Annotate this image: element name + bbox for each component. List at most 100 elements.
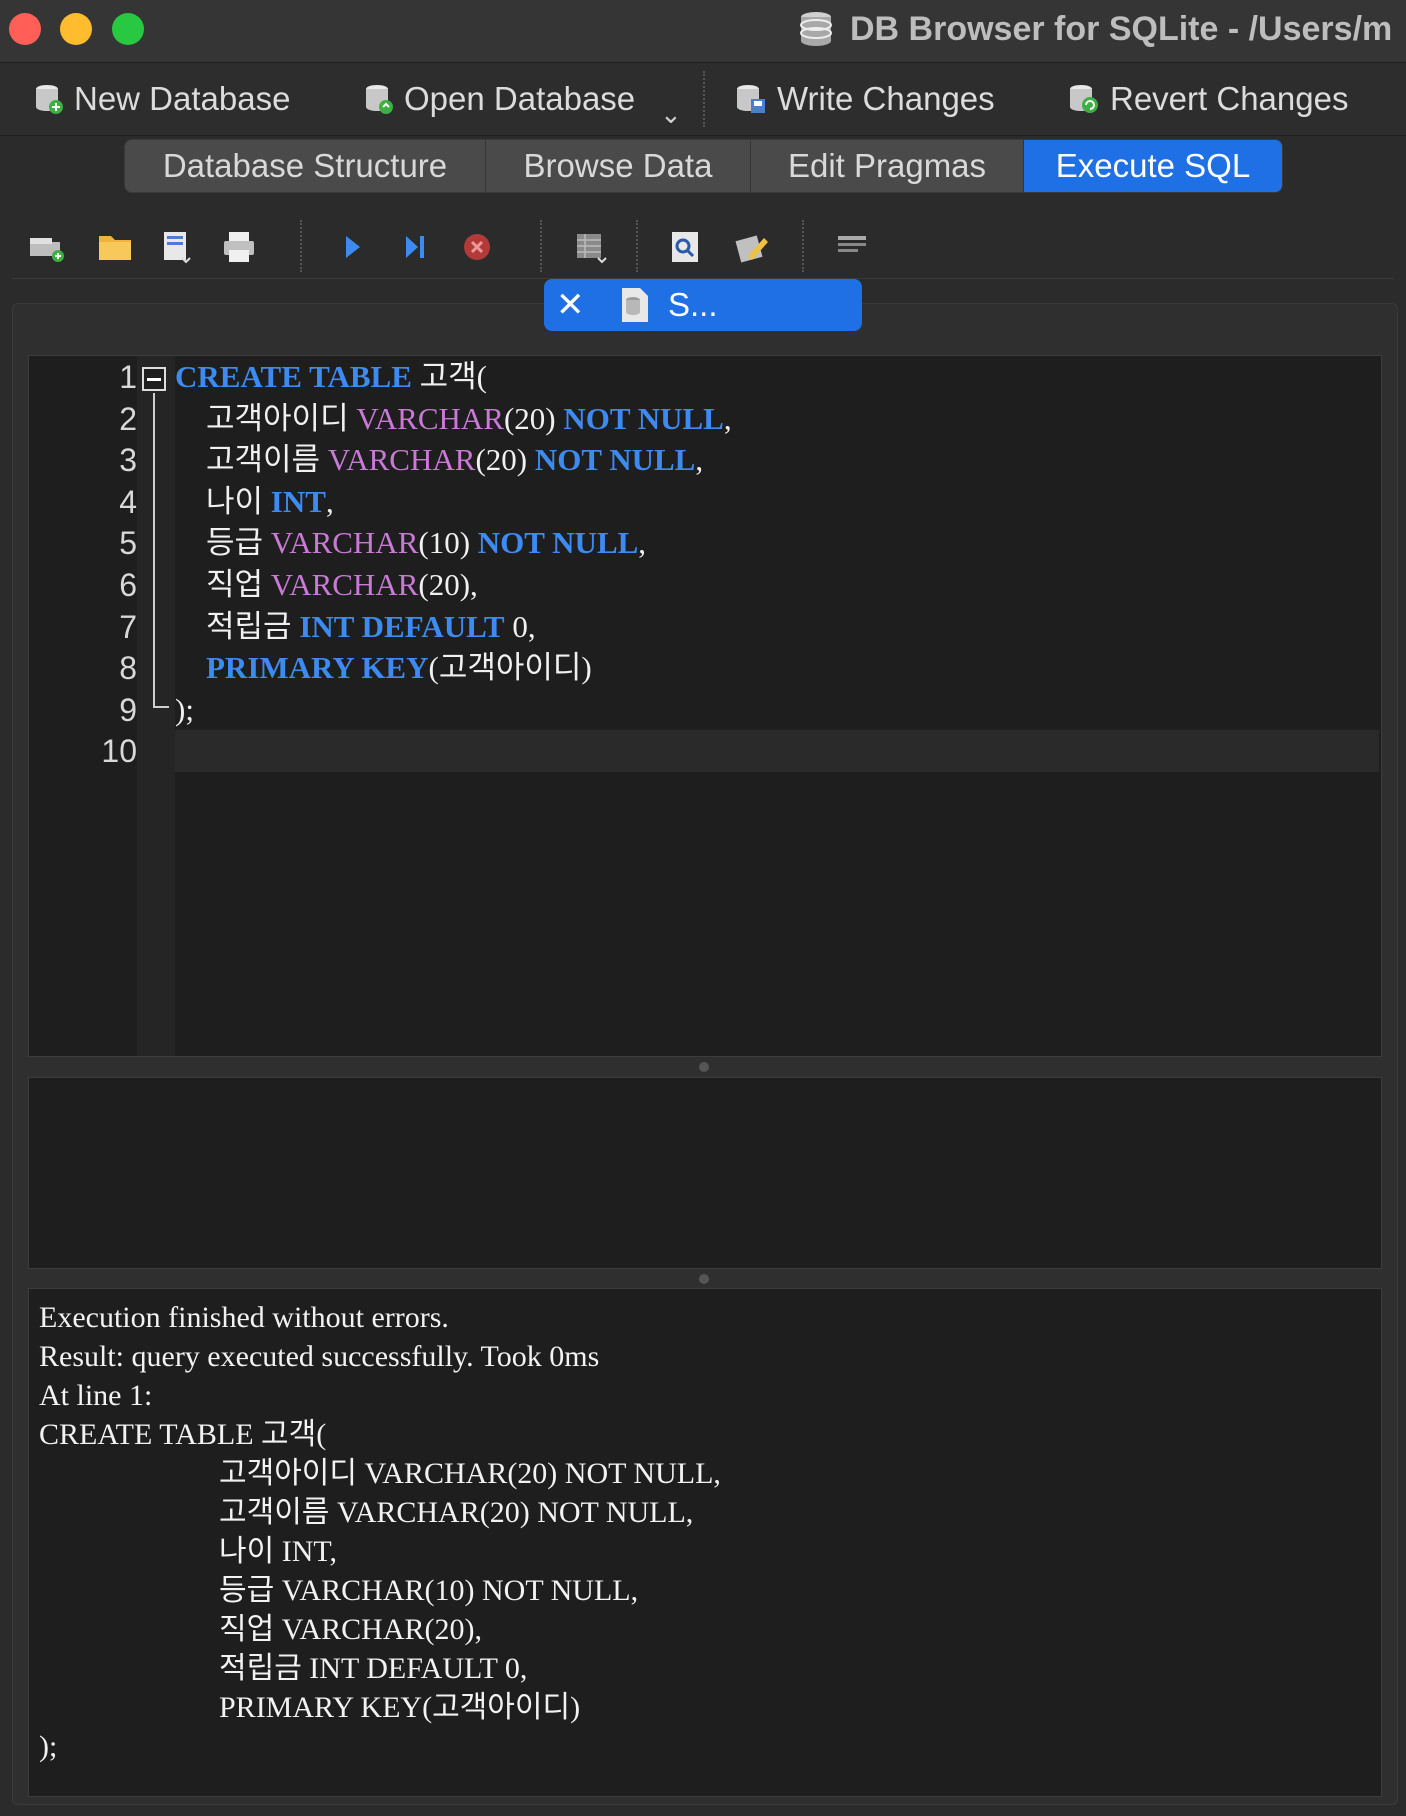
minimize-window-button[interactable] <box>60 13 92 45</box>
sql-file-tab-label: S... <box>668 286 718 323</box>
splitter-handle[interactable] <box>699 1274 709 1284</box>
code-text: (10) <box>418 525 478 561</box>
line-number: 2 <box>119 400 137 437</box>
revert-changes-label: Revert Changes <box>1110 80 1349 117</box>
toolbar-separator <box>300 220 302 272</box>
code-text: 고객( <box>411 359 487 394</box>
toolbar-separator <box>636 220 638 272</box>
log-line: 등급 VARCHAR(10) NOT NULL, <box>39 1574 639 1607</box>
current-line-highlight <box>175 730 1379 772</box>
fold-toggle-icon[interactable] <box>142 367 166 391</box>
find-replace-icon[interactable] <box>734 228 772 266</box>
window-title-text: DB Browser for SQLite - /Users/m <box>850 9 1393 48</box>
toolbar-separator <box>703 71 705 127</box>
log-line: Result: query executed successfully. Too… <box>39 1340 600 1373</box>
code-text: 고객아이디 <box>175 400 357 436</box>
log-line: At line 1: <box>39 1379 153 1412</box>
save-sql-file-icon[interactable] <box>158 228 196 266</box>
execute-current-line-icon[interactable] <box>396 228 434 266</box>
code-line: ); <box>175 689 194 731</box>
code-text: 고객이름 <box>175 442 328 478</box>
tab-label: Database Structure <box>162 147 448 184</box>
sql-editor[interactable]: 1 2 3 4 5 6 7 8 9 10 CREATE TABLE 고객( 고객아이디 VARCH… <box>28 355 1382 1057</box>
fold-guide <box>153 393 155 708</box>
open-database-label: Open Database <box>404 80 636 117</box>
code-text: , <box>723 400 732 436</box>
line-number: 8 <box>119 650 137 687</box>
main-toolbar: New Database Open Database ⌄ Write Chang… <box>0 63 1406 136</box>
tab-label: Execute SQL <box>1055 147 1251 184</box>
close-window-button[interactable] <box>9 13 41 45</box>
sql-file-tab[interactable]: ✕ S... <box>544 279 862 331</box>
log-line: 나이 INT, <box>39 1535 337 1568</box>
code-text: 직업 <box>175 567 271 602</box>
sql-keyword: NOT NULL <box>563 400 724 436</box>
revert-changes-button[interactable]: Revert Changes <box>1068 77 1348 121</box>
close-tab-icon[interactable]: ✕ <box>556 285 590 325</box>
toolbar-separator <box>802 220 804 272</box>
stop-icon[interactable] <box>458 228 496 266</box>
sql-toolbar <box>12 212 1394 279</box>
save-results-icon[interactable] <box>572 228 610 266</box>
execute-all-icon[interactable] <box>334 228 372 266</box>
message-log[interactable]: Execution finished without errors. Result… <box>28 1288 1382 1797</box>
tab-database-structure[interactable]: Database Structure <box>125 140 486 192</box>
sql-type: VARCHAR <box>270 525 419 561</box>
sql-file-icon <box>622 288 648 322</box>
zoom-window-button[interactable] <box>112 13 144 45</box>
code-text: (20) <box>503 400 564 436</box>
write-changes-icon <box>737 85 765 113</box>
code-text: 등급 <box>175 525 271 561</box>
line-number: 4 <box>119 483 137 520</box>
sql-type: VARCHAR <box>356 400 504 436</box>
new-database-button[interactable]: New Database <box>34 77 290 121</box>
log-line: 직업 VARCHAR(20), <box>39 1613 483 1646</box>
find-icon[interactable] <box>666 228 704 266</box>
log-line: PRIMARY KEY(고객아이디) <box>39 1691 581 1724</box>
splitter-handle[interactable] <box>699 1062 709 1072</box>
results-grid[interactable] <box>28 1077 1382 1269</box>
log-line: ); <box>39 1730 58 1763</box>
sql-keyword: INT DEFAULT <box>299 608 505 644</box>
log-line: 고객이름 VARCHAR(20) NOT NULL, <box>39 1496 694 1529</box>
revert-changes-icon <box>1070 85 1098 113</box>
sql-keyword: NOT NULL <box>477 525 639 561</box>
code-line: PRIMARY KEY(고객아이디) <box>175 647 592 689</box>
code-text: (고객아이디) <box>428 650 592 686</box>
tab-label: Browse Data <box>523 147 713 184</box>
line-number: 3 <box>119 442 137 479</box>
code-line: 고객이름 VARCHAR(20) NOT NULL, <box>175 439 703 481</box>
code-text: ); <box>175 691 194 727</box>
sql-keyword: INT <box>270 483 326 519</box>
code-text: , <box>695 442 704 478</box>
line-number-gutter: 1 2 3 4 5 6 7 8 9 10 <box>29 356 137 1056</box>
sql-keyword: PRIMARY KEY <box>206 650 429 686</box>
tab-browse-data[interactable]: Browse Data <box>486 140 751 192</box>
open-database-button[interactable]: Open Database <box>364 77 635 121</box>
open-tab-icon[interactable] <box>28 228 66 266</box>
tab-edit-pragmas[interactable]: Edit Pragmas <box>751 140 1024 192</box>
line-number: 9 <box>119 691 137 728</box>
open-sql-file-icon[interactable] <box>96 228 134 266</box>
sql-keyword: NOT NULL <box>534 442 696 478</box>
write-changes-label: Write Changes <box>777 80 995 117</box>
comment-icon[interactable] <box>834 228 872 266</box>
code-line: 직업 VARCHAR(20), <box>175 564 478 606</box>
code-text: , <box>638 525 647 561</box>
new-database-icon <box>36 85 63 114</box>
log-line: CREATE TABLE 고객( <box>39 1418 327 1451</box>
log-line: 고객아이디 VARCHAR(20) NOT NULL, <box>39 1457 721 1490</box>
code-text: 나이 <box>175 483 271 519</box>
code-text: (20), <box>418 567 478 602</box>
open-database-dropdown-icon[interactable]: ⌄ <box>660 99 682 130</box>
line-number: 7 <box>119 608 137 645</box>
code-text: 0, <box>504 608 536 644</box>
code-text: (20) <box>475 442 535 478</box>
code-text: , <box>325 483 334 519</box>
write-changes-button[interactable]: Write Changes <box>735 77 995 121</box>
tab-execute-sql[interactable]: Execute SQL <box>1024 140 1282 192</box>
open-database-icon <box>366 85 393 114</box>
print-icon[interactable] <box>220 228 258 266</box>
line-number: 10 <box>101 733 137 770</box>
